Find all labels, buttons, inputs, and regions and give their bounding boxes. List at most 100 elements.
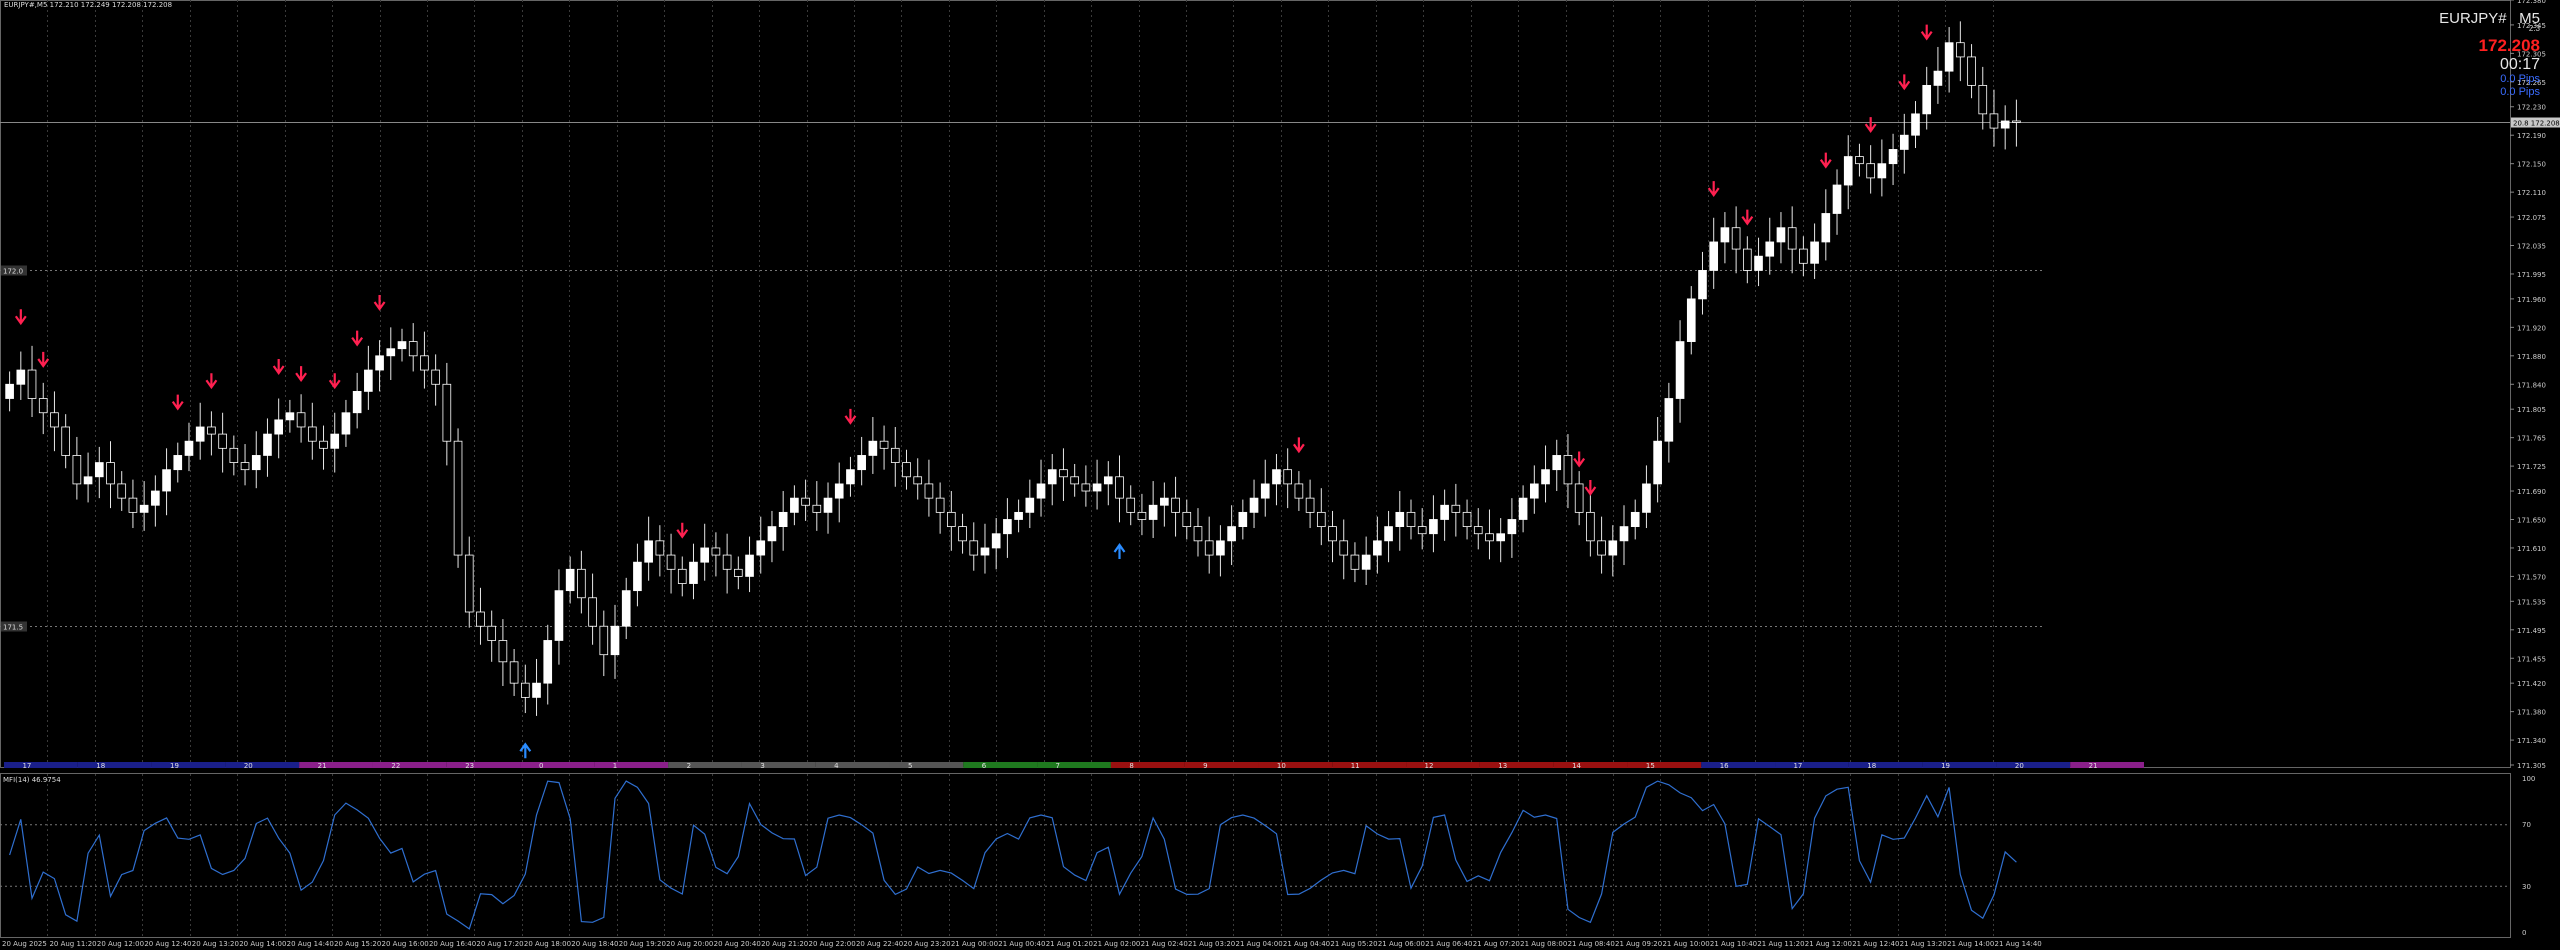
bull-candle: [184, 440, 194, 456]
session-bar: 17 18 19 20 21 22 23 0 1 2 3 4 5 6 7 8 9 10 11 12 13 14 15 16 17…: [4, 762, 2144, 770]
bull-candle: [991, 533, 1001, 549]
bear-candle: [207, 426, 216, 435]
bear-candle: [1473, 526, 1483, 535]
level-tag-label: 172.0: [3, 268, 23, 276]
bear-candle: [890, 447, 900, 463]
sell-arrow-icon: [351, 330, 364, 347]
bear-candle: [958, 526, 967, 542]
bull-candle: [1148, 504, 1158, 520]
sell-arrow-icon: [1741, 209, 1754, 226]
session-hour-label: 14: [1572, 762, 1581, 770]
session-segment: [1922, 762, 1997, 768]
bear-candle: [420, 355, 429, 371]
time-tick-label: 21 Aug 10:40: [1710, 940, 1757, 948]
bull-candle: [1529, 483, 1539, 499]
bull-candle: [1429, 519, 1438, 535]
time-tick-label: 20 Aug 2025: [2, 940, 47, 948]
bear-candle: [1462, 511, 1472, 528]
bull-candle: [341, 412, 351, 435]
bull-candle: [1899, 134, 1909, 150]
bull-candle: [1047, 469, 1057, 485]
bull-candle: [1821, 213, 1831, 243]
time-tick-label: 21 Aug 11:20: [1757, 940, 1804, 948]
bull-candle: [767, 526, 777, 542]
bear-candle: [1406, 511, 1416, 528]
time-tick-label: 21 Aug 05:20: [1330, 940, 1377, 948]
bull-candle: [1776, 227, 1786, 243]
bull-candle: [1765, 241, 1775, 257]
bear-candle: [913, 476, 923, 485]
time-tick-label: 21 Aug 00:00: [951, 940, 998, 948]
session-segment: [1553, 762, 1628, 768]
bull-candle: [532, 682, 541, 698]
current-price-tag-label: 20.8 172.208: [2513, 120, 2560, 128]
session-hour-label: 12: [1425, 762, 1434, 770]
sell-arrow-icon: [844, 408, 857, 425]
bull-candle: [1036, 483, 1046, 499]
bear-candle: [1597, 540, 1606, 556]
price-tick-label: 171.535: [2517, 598, 2546, 606]
bear-candle: [1799, 248, 1808, 264]
time-tick-label: 21 Aug 10:00: [1662, 940, 1709, 948]
current-price-big: 172.208: [2478, 36, 2540, 55]
pips-line-2: 0.0 Pips: [2500, 86, 2540, 98]
bull-candle: [857, 455, 866, 471]
bear-candle: [1081, 483, 1091, 492]
session-hour-label: 16: [1720, 762, 1729, 770]
bull-candle: [1496, 533, 1506, 542]
chart-title: EURJPY#,M5 172.210 172.249 172.208 172.2…: [4, 1, 173, 9]
session-hour-label: 17: [1793, 762, 1802, 770]
buy-arrow-icon: [519, 742, 532, 759]
bear-candle: [1574, 483, 1584, 513]
bull-candle: [689, 561, 698, 584]
bear-candle: [1339, 540, 1349, 556]
session-hour-label: 21: [318, 762, 327, 770]
bull-candle: [1642, 483, 1651, 513]
time-tick-label: 20 Aug 17:20: [476, 940, 523, 948]
mfi-axis-label: 0: [2522, 929, 2526, 937]
bear-candle: [520, 682, 530, 698]
session-hour-label: 21: [2089, 762, 2098, 770]
bear-candle: [1059, 469, 1068, 478]
bull-candle: [1608, 540, 1618, 556]
time-tick-label: 20 Aug 23:20: [903, 940, 950, 948]
session-hour-label: 7: [1056, 762, 1060, 770]
bull-candle: [1384, 526, 1393, 542]
bull-candle: [1260, 483, 1270, 499]
session-segment: [1110, 762, 1185, 768]
time-tick-label: 21 Aug 09:20: [1615, 940, 1662, 948]
bear-candle: [801, 497, 810, 506]
session-hour-label: 23: [465, 762, 474, 770]
time-tick-label: 20 Aug 14:00: [239, 940, 286, 948]
time-tick-label: 20 Aug 19:20: [619, 940, 666, 948]
time-tick-label: 20 Aug 14:40: [287, 940, 334, 948]
sell-arrow-icon: [1707, 181, 1720, 198]
sell-arrow-icon: [171, 394, 184, 411]
price-chart[interactable]: 172.0171.5 17 18 19 20 21 22 23 0 1 2 3 4 5 6 7 8 9 10 11 1…: [0, 0, 2560, 950]
bear-candle: [229, 447, 239, 463]
time-tick-label: 21 Aug 02:00: [1093, 940, 1140, 948]
bear-candle: [1137, 511, 1147, 520]
session-segment: [1258, 762, 1333, 768]
session-segment: [225, 762, 300, 768]
bear-candle: [1787, 227, 1797, 250]
time-tick-label: 20 Aug 22:40: [856, 940, 903, 948]
session-hour-label: 4: [834, 762, 839, 770]
bull-candle: [610, 625, 620, 656]
bear-candle: [1417, 526, 1427, 535]
bear-candle: [50, 412, 59, 428]
mfi-label: MFI(14) 46.9754: [3, 776, 61, 784]
sell-arrow-icon: [205, 373, 218, 390]
info-symbol: EURJPY# M5: [2439, 10, 2540, 27]
bull-candle: [1686, 298, 1696, 342]
price-tick-label: 171.650: [2517, 516, 2546, 524]
price-tick-label: 171.805: [2517, 406, 2546, 414]
bear-candle: [509, 661, 519, 684]
bull-candle: [846, 469, 855, 485]
bear-candle: [1204, 540, 1214, 556]
bear-candle: [307, 426, 317, 442]
symbol-label: EURJPY#: [2439, 10, 2507, 27]
bear-candle: [1731, 227, 1741, 250]
bear-candle: [1743, 248, 1752, 271]
bear-candle: [128, 497, 138, 513]
